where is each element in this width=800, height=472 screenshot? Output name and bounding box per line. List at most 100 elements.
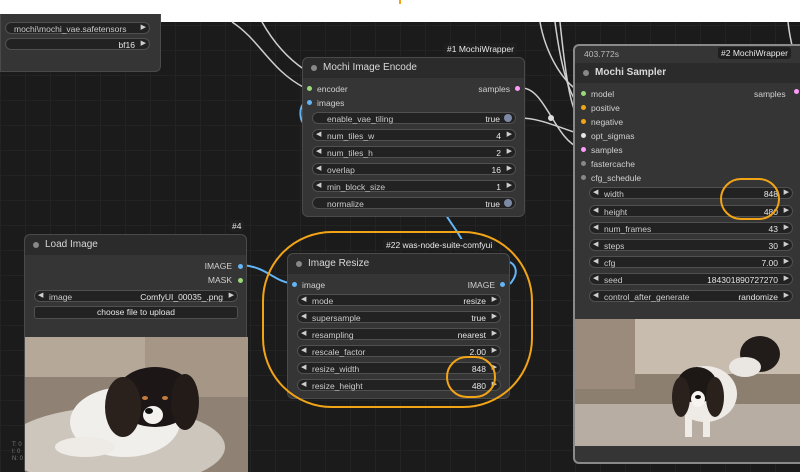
arrow-right-icon[interactable]: ▶ [507, 181, 512, 189]
arrow-left-icon[interactable]: ◀ [316, 130, 321, 138]
arrow-left-icon[interactable]: ◀ [593, 188, 598, 196]
arrow-right-icon[interactable]: ▶ [784, 274, 789, 282]
arrow-left-icon[interactable]: ◀ [593, 274, 598, 282]
arrow-right-icon: ▶ [140, 40, 146, 47]
dog-photo-output [575, 319, 800, 446]
arrow-left-icon[interactable]: ◀ [593, 206, 598, 214]
execution-timer: 403.772s [584, 49, 619, 59]
collapse-dot-icon[interactable] [583, 70, 589, 76]
mochi-image-encode-node[interactable]: Mochi Image Encode encoder images sample… [302, 57, 525, 217]
arrow-right-icon[interactable]: ▶ [507, 147, 512, 155]
widget-value: 2 [496, 148, 501, 158]
annotation-circle-resize-values [446, 356, 496, 398]
cfg-schedule-socket-icon[interactable] [581, 175, 586, 180]
widget-num-frames[interactable]: ◀ num_frames 43 ▶ [589, 222, 793, 234]
input-opt-sigmas: opt_sigmas [591, 131, 635, 141]
samples-socket-icon[interactable] [581, 147, 586, 152]
corner-info-text: T: 0 I: 0 N: 0 [12, 442, 24, 462]
input-cfg-schedule: cfg_schedule [591, 173, 642, 183]
images-socket-icon[interactable] [307, 100, 312, 105]
output-samples: samples [754, 89, 786, 99]
widget-value: 43 [768, 224, 778, 234]
widget-label: height [604, 207, 628, 217]
arrow-left-icon[interactable]: ◀ [316, 181, 321, 189]
widget-label: min_block_size [327, 182, 386, 192]
vae-loader-node[interactable]: mochi\mochi_vae.safetensors ▶ bf16 ▶ [0, 14, 161, 72]
widget-value: true [485, 199, 500, 209]
load-badge: #4 [229, 220, 245, 232]
annotation-circle-sampler-size [720, 178, 780, 220]
model-socket-icon[interactable] [581, 91, 586, 96]
node-title: Mochi Image Encode [323, 62, 417, 73]
load-image-node[interactable]: Load Image IMAGE MASK ◀ image ComfyUI_0003… [24, 234, 248, 472]
arrow-right-icon[interactable]: ▶ [784, 223, 789, 231]
arrow-right-icon[interactable]: ▶ [784, 257, 789, 265]
positive-socket-icon[interactable] [581, 105, 586, 110]
widget-label: cfg [604, 258, 616, 268]
opt-sigmas-socket-icon[interactable] [581, 133, 586, 138]
encode-badge: #1 MochiWrapper [444, 43, 517, 55]
widget-control-after-generate[interactable]: ◀ control_after_generate randomize ▶ [589, 290, 793, 302]
widget-label: num_tiles_h [327, 148, 373, 158]
toggle-knob-icon[interactable] [504, 114, 512, 122]
input-model: model [591, 89, 615, 99]
widget-num-tiles-h[interactable]: ◀ num_tiles_h 2 ▶ [312, 146, 516, 158]
fastercache-socket-icon[interactable] [581, 161, 586, 166]
arrow-right-icon[interactable]: ▶ [784, 240, 789, 248]
arrow-right-icon[interactable]: ▶ [229, 291, 234, 299]
arrow-right-icon[interactable]: ▶ [784, 206, 789, 214]
mochi-sampler-node[interactable]: 403.772s #2 MochiWrapper Mochi Sampler m… [573, 44, 800, 464]
widget-value: 1 [496, 182, 501, 192]
dtype-value: bf16 [118, 40, 135, 50]
widget-enable-vae-tiling[interactable]: enable_vae_tiling true [312, 112, 516, 124]
node-header[interactable]: Mochi Image Encode [303, 58, 524, 78]
collapse-dot-icon[interactable] [33, 242, 39, 248]
widget-steps[interactable]: ◀ steps 30 ▶ [589, 239, 793, 251]
toggle-knob-icon[interactable] [504, 199, 512, 207]
output-samples: samples [478, 84, 510, 94]
widget-value: 16 [491, 165, 501, 175]
samples-out-socket-icon[interactable] [515, 86, 520, 91]
arrow-right-icon[interactable]: ▶ [784, 291, 789, 299]
arrow-left-icon[interactable]: ◀ [593, 223, 598, 231]
input-fastercache: fastercache [591, 159, 635, 169]
node-header[interactable]: Mochi Sampler [575, 63, 800, 83]
node-title: Mochi Sampler [595, 67, 667, 78]
upload-button[interactable]: choose file to upload [34, 306, 238, 319]
encoder-socket-icon[interactable] [307, 86, 312, 91]
input-samples: samples [591, 145, 623, 155]
arrow-left-icon[interactable]: ◀ [316, 164, 321, 172]
arrow-right-icon[interactable]: ▶ [784, 188, 789, 196]
arrow-left-icon[interactable]: ◀ [38, 291, 43, 299]
node-header[interactable]: Load Image [25, 235, 246, 255]
image-out-socket-icon[interactable] [238, 264, 243, 269]
widget-label: steps [604, 241, 625, 251]
dtype-select[interactable]: bf16 ▶ [5, 38, 150, 50]
arrow-right-icon[interactable]: ▶ [507, 130, 512, 138]
sampler-samples-out-socket-icon[interactable] [794, 89, 799, 94]
output-image: IMAGE [204, 261, 232, 271]
widget-seed[interactable]: ◀ seed 184301890727270 ▶ [589, 273, 793, 285]
widget-cfg[interactable]: ◀ cfg 7.00 ▶ [589, 256, 793, 268]
widget-value: ComfyUI_00035_.png [140, 292, 223, 302]
dog-photo [25, 337, 248, 472]
mask-out-socket-icon[interactable] [238, 278, 243, 283]
widget-value: 184301890727270 [707, 275, 778, 285]
widget-min-block-size[interactable]: ◀ min_block_size 1 ▶ [312, 180, 516, 192]
arrow-right-icon[interactable]: ▶ [507, 164, 512, 172]
widget-num-tiles-w[interactable]: ◀ num_tiles_w 4 ▶ [312, 129, 516, 141]
input-positive: positive [591, 103, 620, 113]
negative-socket-icon[interactable] [581, 119, 586, 124]
image-select[interactable]: ◀ image ComfyUI_00035_.png ▶ [34, 290, 238, 302]
arrow-left-icon[interactable]: ◀ [593, 291, 598, 299]
vae-select[interactable]: mochi\mochi_vae.safetensors ▶ [5, 22, 150, 34]
collapse-dot-icon[interactable] [311, 65, 317, 71]
arrow-left-icon[interactable]: ◀ [316, 147, 321, 155]
arrow-left-icon[interactable]: ◀ [593, 240, 598, 248]
widget-overlap[interactable]: ◀ overlap 16 ▶ [312, 163, 516, 175]
widget-label: normalize [327, 199, 364, 209]
widget-normalize[interactable]: normalize true [312, 197, 516, 209]
widget-label: seed [604, 275, 623, 285]
arrow-left-icon[interactable]: ◀ [593, 257, 598, 265]
sampler-output-preview [575, 319, 800, 446]
